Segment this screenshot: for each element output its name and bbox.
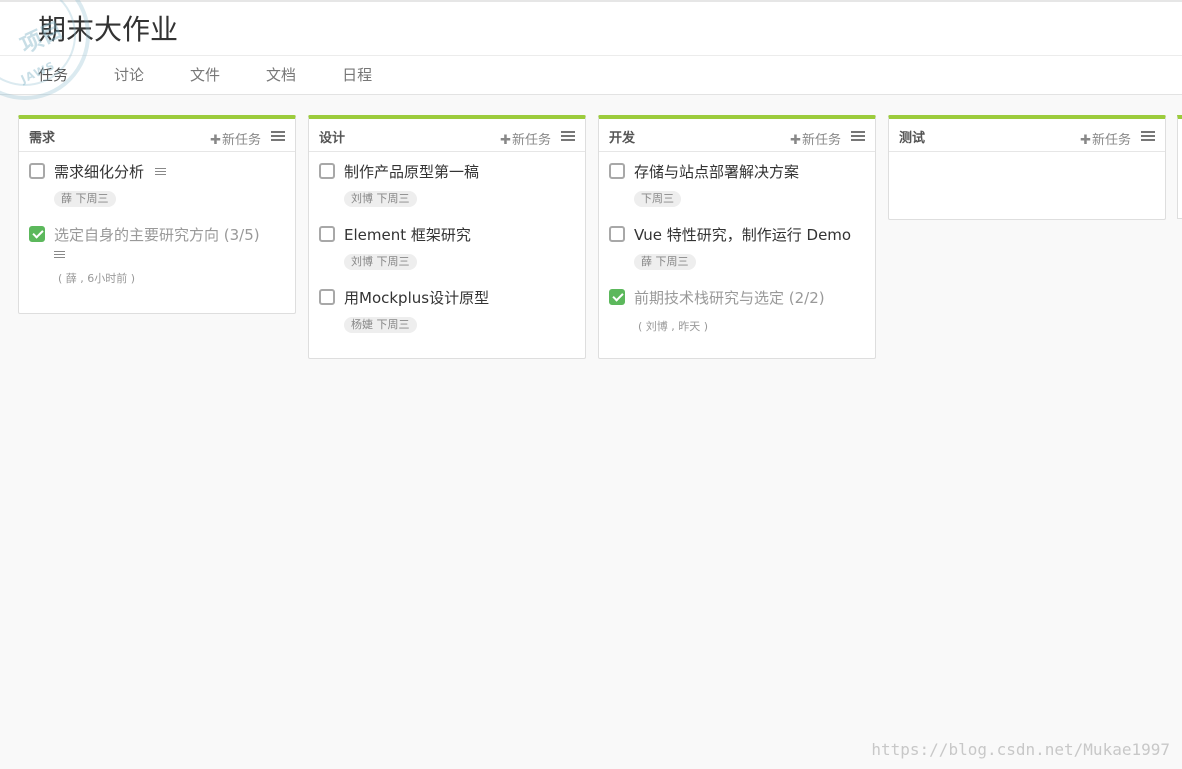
task-title[interactable]: Vue 特性研究，制作运行 Demo	[634, 226, 851, 244]
column-development: 开发 ✚新任务 存储与站点部署解决方案 下周三 Vue 特性研究，制作运行 De…	[598, 115, 876, 359]
assignee-tag: 杨婕 下周三	[344, 317, 417, 333]
assignee-tag: 下周三	[634, 191, 681, 207]
menu-icon[interactable]	[1141, 131, 1155, 141]
tab-docs[interactable]: 文档	[266, 64, 296, 94]
task-checkbox[interactable]	[319, 163, 335, 179]
task-title[interactable]: Element 框架研究	[344, 226, 471, 244]
task-checkbox-checked[interactable]	[29, 226, 45, 242]
task-checkbox[interactable]	[319, 226, 335, 242]
column-header: 测试 ✚新任务	[889, 119, 1165, 152]
plus-icon: ✚	[790, 133, 801, 148]
note-icon	[54, 251, 65, 260]
task-item[interactable]: Vue 特性研究，制作运行 Demo 薛 下周三	[599, 207, 875, 270]
plus-icon: ✚	[1080, 133, 1091, 148]
project-tabs: 任务 讨论 文件 文档 日程	[38, 64, 418, 94]
new-task-button[interactable]: ✚新任务	[500, 129, 551, 148]
task-title[interactable]: 制作产品原型第一稿	[344, 163, 479, 181]
column-partial-offscreen	[1177, 115, 1182, 219]
new-task-button[interactable]: ✚新任务	[210, 129, 261, 148]
tab-schedule[interactable]: 日程	[342, 64, 372, 94]
tab-discussion[interactable]: 讨论	[114, 64, 144, 94]
task-item[interactable]: 选定自身的主要研究方向 (3/5) ( 薛 , 6小时前 )	[19, 207, 295, 286]
tab-files[interactable]: 文件	[190, 64, 220, 94]
assignee-tag: 刘博 下周三	[344, 191, 417, 207]
column-header: 设计 ✚新任务	[309, 119, 585, 152]
column-title: 测试	[899, 131, 926, 146]
plus-icon: ✚	[210, 133, 221, 148]
task-item[interactable]: Element 框架研究 刘博 下周三	[309, 207, 585, 270]
assignee-tag: 薛 下周三	[54, 191, 116, 207]
task-item[interactable]: 前期技术栈研究与选定 (2/2) ( 刘博 , 昨天 )	[599, 270, 875, 334]
project-header: 期末大作业 任务 讨论 文件 文档 日程	[0, 2, 1182, 95]
new-task-label: 新任务	[1091, 133, 1131, 148]
watermark-url: https://blog.csdn.net/Mukae1997	[871, 740, 1170, 759]
assignee-tag: 薛 下周三	[634, 254, 696, 270]
task-title[interactable]: 前期技术栈研究与选定 (2/2)	[634, 289, 825, 307]
note-icon	[155, 168, 167, 177]
task-meta: ( 刘博 , 昨天 )	[638, 320, 709, 333]
menu-icon[interactable]	[561, 131, 575, 141]
task-checkbox[interactable]	[609, 163, 625, 179]
column-testing: 测试 ✚新任务	[888, 115, 1166, 220]
task-title[interactable]: 选定自身的主要研究方向 (3/5)	[54, 226, 260, 244]
task-item[interactable]: 用Mockplus设计原型 杨婕 下周三	[309, 270, 585, 333]
new-task-label: 新任务	[511, 133, 551, 148]
task-checkbox[interactable]	[609, 226, 625, 242]
menu-icon[interactable]	[271, 131, 285, 141]
new-task-button[interactable]: ✚新任务	[790, 129, 841, 148]
column-header: 需求 ✚新任务	[19, 119, 295, 152]
task-checkbox-checked[interactable]	[609, 289, 625, 305]
task-checkbox[interactable]	[319, 289, 335, 305]
task-item[interactable]: 需求细化分析 薛 下周三	[19, 152, 295, 207]
new-task-label: 新任务	[801, 133, 841, 148]
task-checkbox[interactable]	[29, 163, 45, 179]
task-title[interactable]: 存储与站点部署解决方案	[634, 163, 799, 181]
task-title[interactable]: 需求细化分析	[54, 163, 144, 181]
menu-icon[interactable]	[851, 131, 865, 141]
column-title: 需求	[29, 131, 56, 146]
column-design: 设计 ✚新任务 制作产品原型第一稿 刘博 下周三 Element 框架研究 刘博…	[308, 115, 586, 359]
new-task-label: 新任务	[221, 133, 261, 148]
task-title[interactable]: 用Mockplus设计原型	[344, 289, 489, 307]
header-divider	[0, 55, 1182, 56]
task-item[interactable]: 制作产品原型第一稿 刘博 下周三	[309, 152, 585, 207]
task-meta: ( 薛 , 6小时前 )	[58, 272, 136, 285]
task-item[interactable]: 存储与站点部署解决方案 下周三	[599, 152, 875, 207]
column-title: 开发	[609, 131, 636, 146]
new-task-button[interactable]: ✚新任务	[1080, 129, 1131, 148]
column-title: 设计	[319, 131, 346, 146]
plus-icon: ✚	[500, 133, 511, 148]
column-header: 开发 ✚新任务	[599, 119, 875, 152]
assignee-tag: 刘博 下周三	[344, 254, 417, 270]
column-requirements: 需求 ✚新任务 需求细化分析 薛 下周三 选定自身的主要研究方向 (3/5) (…	[18, 115, 296, 314]
